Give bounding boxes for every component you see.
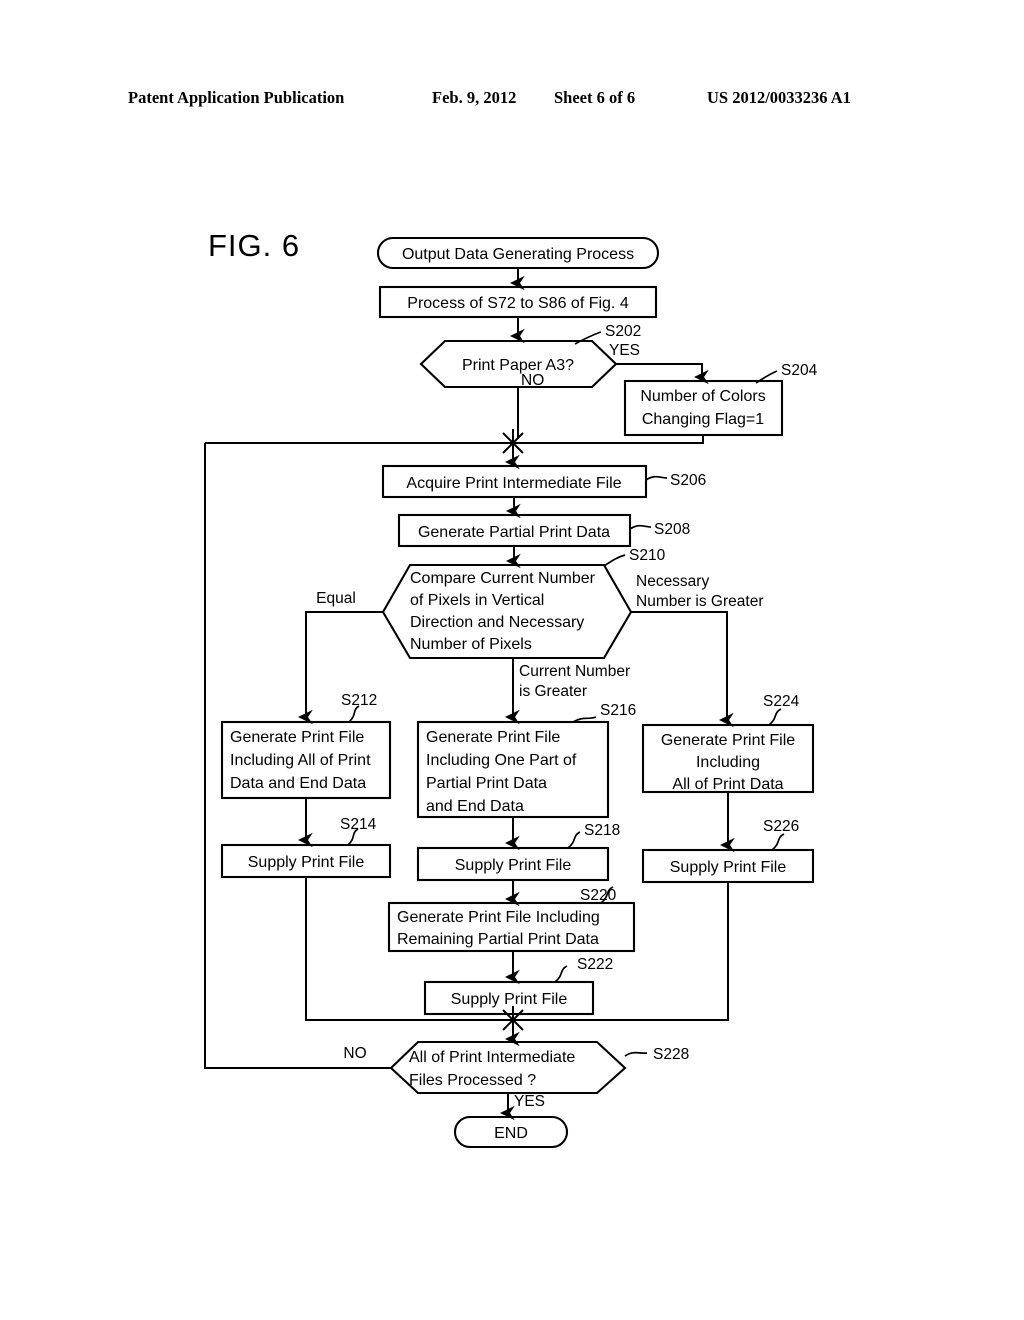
- flowchart-canvas: Output Data Generating Process Process o…: [204, 236, 818, 1149]
- step-number-s220: S220: [580, 887, 617, 904]
- node-s214: Supply Print File: [220, 843, 392, 879]
- branch-label-s202-no: NO: [521, 372, 544, 389]
- node-s224-line2: Including: [696, 754, 760, 771]
- node-s224: Generate Print File Including All of Pri…: [641, 723, 815, 794]
- node-s212-line1: Generate Print File: [230, 729, 364, 746]
- patent-figure-page: Patent Application Publication Feb. 9, 2…: [0, 0, 1024, 1320]
- branch-label-s202-yes: YES: [609, 342, 640, 359]
- node-s222: Supply Print File: [423, 980, 595, 1016]
- node-s212: Generate Print File Including All of Pri…: [220, 720, 392, 800]
- leader-s228: [624, 1051, 648, 1057]
- node-s216: Generate Print File Including One Part o…: [416, 720, 610, 819]
- branch-label-s210-necessary-2: Number is Greater: [636, 593, 763, 610]
- node-end-label: END: [494, 1125, 528, 1142]
- step-number-s212: S212: [341, 692, 377, 709]
- node-pre-process-label: Process of S72 to S86 of Fig. 4: [407, 295, 629, 312]
- connector-s204-to-merge: [513, 435, 704, 444]
- node-s218: Supply Print File: [416, 846, 610, 882]
- node-s208-label: Generate Partial Print Data: [418, 524, 610, 541]
- node-s222-label: Supply Print File: [451, 991, 568, 1008]
- connector-s202-yes-to-s204: [616, 363, 709, 385]
- node-s216-line3: Partial Print Data: [426, 775, 547, 792]
- leader-s224: [768, 708, 782, 726]
- step-number-s210: S210: [629, 547, 666, 564]
- step-number-s202: S202: [605, 323, 641, 340]
- node-start-label: Output Data Generating Process: [402, 246, 634, 263]
- node-s210-line3: Direction and Necessary: [410, 614, 584, 631]
- node-s210: Compare Current Number of Pixels in Vert…: [381, 563, 633, 660]
- step-number-s224: S224: [763, 693, 800, 710]
- node-s220-line2: Remaining Partial Print Data: [397, 931, 599, 948]
- branch-label-s210-necessary-1: Necessary: [636, 573, 709, 590]
- node-s210-line4: Number of Pixels: [410, 636, 532, 653]
- branch-label-s228-yes: YES: [514, 1093, 545, 1110]
- node-end: END: [453, 1115, 569, 1149]
- node-s228: All of Print Intermediate Files Processe…: [389, 1040, 627, 1095]
- node-s202: Print Paper A3?: [419, 339, 618, 389]
- leader-s226: [771, 833, 785, 851]
- leader-s222: [554, 965, 568, 983]
- step-number-s228: S228: [653, 1046, 689, 1063]
- leader-s218: [567, 831, 581, 849]
- step-number-s218: S218: [584, 822, 620, 839]
- node-s204: Number of Colors Changing Flag=1: [623, 379, 784, 437]
- node-s218-label: Supply Print File: [455, 857, 572, 874]
- node-s226: Supply Print File: [641, 848, 815, 884]
- node-s210-line1: Compare Current Number: [410, 570, 596, 587]
- branch-label-s228-no: NO: [343, 1045, 366, 1062]
- node-s210-line2: of Pixels in Vertical: [410, 592, 544, 609]
- node-s224-line1: Generate Print File: [661, 732, 795, 749]
- node-start: Output Data Generating Process: [376, 236, 660, 270]
- node-s226-label: Supply Print File: [670, 859, 787, 876]
- node-s216-line4: and End Data: [426, 798, 524, 815]
- node-s202-label: Print Paper A3?: [462, 357, 574, 374]
- node-s224-line3: All of Print Data: [672, 776, 783, 793]
- step-number-s206: S206: [670, 472, 706, 489]
- step-number-s226: S226: [763, 818, 799, 835]
- leader-s210: [603, 554, 626, 567]
- step-number-s222: S222: [577, 956, 613, 973]
- branch-label-s210-current-1: Current Number: [519, 663, 630, 680]
- step-number-s204: S204: [781, 362, 818, 379]
- node-s204-line1: Number of Colors: [640, 388, 765, 405]
- node-s206-label: Acquire Print Intermediate File: [406, 475, 621, 492]
- connector-s210-necessary-to-s224: [631, 611, 734, 728]
- step-number-s208: S208: [654, 521, 690, 538]
- node-s206: Acquire Print Intermediate File: [381, 464, 648, 499]
- node-s212-line3: Data and End Data: [230, 775, 366, 792]
- node-s208: Generate Partial Print Data: [397, 513, 632, 548]
- node-s220: Generate Print File Including Remaining …: [387, 901, 636, 953]
- leader-s206: [645, 475, 668, 481]
- node-s212-line2: Including All of Print: [230, 752, 371, 769]
- branch-label-s210-current-2: is Greater: [519, 683, 587, 700]
- node-s214-label: Supply Print File: [248, 854, 365, 871]
- node-pre-process: Process of S72 to S86 of Fig. 4: [378, 285, 658, 319]
- branch-label-s210-equal: Equal: [316, 590, 356, 607]
- node-s220-line1: Generate Print File Including: [397, 909, 600, 926]
- node-s228-line1: All of Print Intermediate: [409, 1049, 575, 1066]
- step-number-s216: S216: [600, 702, 636, 719]
- leader-s202: [574, 331, 602, 345]
- step-number-s214: S214: [340, 816, 377, 833]
- node-s204-line2: Changing Flag=1: [642, 411, 764, 428]
- node-s216-line1: Generate Print File: [426, 729, 560, 746]
- node-s216-line2: Including One Part of: [426, 752, 577, 769]
- node-s228-line2: Files Processed ?: [409, 1072, 536, 1089]
- leader-s208: [629, 524, 652, 530]
